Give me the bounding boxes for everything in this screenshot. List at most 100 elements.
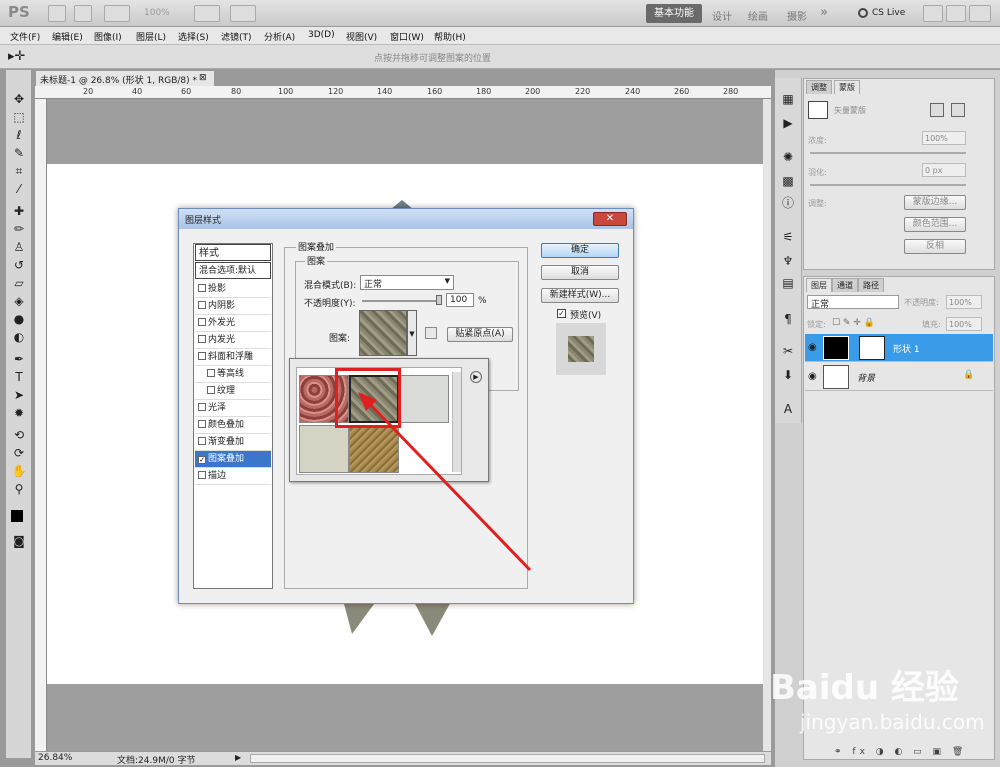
eye-icon[interactable]: ◉ xyxy=(808,342,817,353)
crop-tool-icon[interactable]: ⌗ xyxy=(10,164,28,179)
style-item-texture[interactable]: 纹理 xyxy=(195,383,271,400)
tab-layers[interactable]: 图层 xyxy=(806,278,832,292)
vector-mask-icon[interactable] xyxy=(951,103,965,117)
clone-source-icon[interactable]: ♆ xyxy=(779,254,797,269)
layer-row-background[interactable]: ◉ 背景 🔒 xyxy=(805,363,993,391)
workspace-essentials[interactable]: 基本功能 xyxy=(646,4,702,23)
healing-tool-icon[interactable]: ✚ xyxy=(10,204,28,219)
checkbox[interactable] xyxy=(198,420,206,428)
shape-tool-icon[interactable]: ✹ xyxy=(10,406,28,421)
quick-mask-icon[interactable]: ◙ xyxy=(10,534,28,549)
pattern-swatch-cream-stone[interactable] xyxy=(299,425,349,473)
lasso-tool-icon[interactable]: ℓ xyxy=(10,128,28,143)
workspace-painting[interactable]: 绘画 xyxy=(748,8,768,23)
checkbox[interactable] xyxy=(198,335,206,343)
checkbox[interactable] xyxy=(198,301,206,309)
vector-mask-thumbnail[interactable] xyxy=(859,336,885,360)
checkbox[interactable] xyxy=(198,352,206,360)
snap-to-origin-button[interactable]: 贴紧原点(A) xyxy=(447,327,513,342)
style-item-pattern-overlay[interactable]: ✓ 图案叠加 xyxy=(195,451,271,468)
blend-options-item[interactable]: 混合选项:默认 xyxy=(195,262,271,279)
menu-edit[interactable]: 编辑(E) xyxy=(52,30,83,43)
menu-view[interactable]: 视图(V) xyxy=(346,30,377,43)
pen-tool-icon[interactable]: ✒ xyxy=(10,352,28,367)
path-select-icon[interactable]: ➤ xyxy=(10,388,28,403)
minimize-button[interactable] xyxy=(923,5,943,22)
type-tool-icon[interactable]: T xyxy=(10,370,28,385)
eyedropper-tool-icon[interactable]: ⁄ xyxy=(10,182,28,197)
style-item-outer-glow[interactable]: 外发光 xyxy=(195,315,271,332)
actions-panel-icon[interactable]: ▶ xyxy=(779,116,797,131)
fill-field[interactable]: 100% xyxy=(946,317,982,331)
close-window-button[interactable] xyxy=(969,5,991,22)
info-panel-icon[interactable]: ⓘ xyxy=(779,196,797,211)
checkbox[interactable] xyxy=(198,318,206,326)
3d-panel-icon[interactable]: ⬇ xyxy=(779,368,797,383)
zoom-display[interactable]: 100% xyxy=(144,8,170,18)
dodge-tool-icon[interactable]: ◐ xyxy=(10,330,28,345)
move-tool-preset-icon[interactable]: ▸✛ xyxy=(8,49,25,64)
3d-rotate-icon[interactable]: ⟲ xyxy=(10,428,28,443)
menu-analysis[interactable]: 分析(A) xyxy=(264,30,295,43)
history-brush-icon[interactable]: ↺ xyxy=(10,258,28,273)
menu-3d[interactable]: 3D(D) xyxy=(308,30,335,40)
3d-orbit-icon[interactable]: ⟳ xyxy=(10,446,28,461)
arrange-docs-button[interactable] xyxy=(194,5,220,22)
menu-layer[interactable]: 图层(L) xyxy=(136,30,166,43)
zoom-tool-icon[interactable]: ⚲ xyxy=(10,482,28,497)
tab-adjustments[interactable]: 调整 xyxy=(806,80,832,94)
style-item-inner-shadow[interactable]: 内阴影 xyxy=(195,298,271,315)
close-tab-icon[interactable]: ⊠ xyxy=(199,73,207,83)
dialog-titlebar[interactable]: 图层样式 ✕ xyxy=(179,209,633,229)
checkbox[interactable] xyxy=(198,437,206,445)
tab-channels[interactable]: 通道 xyxy=(832,278,858,292)
style-item-color-overlay[interactable]: 颜色叠加 xyxy=(195,417,271,434)
view-extras-button[interactable] xyxy=(104,5,130,22)
style-item-bevel-emboss[interactable]: 斜面和浮雕 xyxy=(195,349,271,366)
density-field[interactable]: 100% xyxy=(922,131,966,145)
style-item-stroke[interactable]: 描边 xyxy=(195,468,271,485)
menu-file[interactable]: 文件(F) xyxy=(10,30,40,43)
layer-name[interactable]: 背景 xyxy=(857,371,875,384)
swatches-panel-icon[interactable]: ▩ xyxy=(779,174,797,189)
screen-mode-button[interactable] xyxy=(230,5,256,22)
opacity-input[interactable]: 100 xyxy=(446,293,474,307)
blur-tool-icon[interactable]: ● xyxy=(10,312,28,327)
pixel-mask-icon[interactable] xyxy=(930,103,944,117)
document-tab[interactable]: 未标题-1 @ 26.8% (形状 1, RGB/8) * ⊠ xyxy=(35,70,215,86)
layer-name[interactable]: 形状 1 xyxy=(893,342,920,355)
stamp-tool-icon[interactable]: ♙ xyxy=(10,240,28,255)
style-item-gradient-overlay[interactable]: 渐变叠加 xyxy=(195,434,271,451)
status-zoom[interactable]: 26.84% xyxy=(38,753,72,763)
cslive-button[interactable]: CS Live xyxy=(872,8,905,18)
checkbox[interactable] xyxy=(207,369,215,377)
hand-tool-icon[interactable]: ✋ xyxy=(10,464,28,479)
color-range-button[interactable]: 颜色范围... xyxy=(904,217,966,232)
lock-icons[interactable]: ☐ ✎ ✛ 🔒 xyxy=(832,318,875,328)
character-panel-icon[interactable]: A xyxy=(779,402,797,417)
brush-panel-icon[interactable]: ⚟ xyxy=(779,230,797,245)
pattern-swatch-light-marble[interactable] xyxy=(399,375,449,423)
workspace-photography[interactable]: 摄影 xyxy=(787,8,807,23)
foreground-color-swatch[interactable] xyxy=(11,510,23,522)
menu-select[interactable]: 选择(S) xyxy=(178,30,209,43)
opacity-slider[interactable] xyxy=(362,300,442,302)
marquee-tool-icon[interactable]: ⬚ xyxy=(10,110,28,125)
checkbox[interactable] xyxy=(198,284,206,292)
minibridge-button[interactable] xyxy=(74,5,92,22)
preview-checkbox[interactable]: ✓ xyxy=(557,309,566,318)
style-item-drop-shadow[interactable]: 投影 xyxy=(195,281,271,298)
new-style-button[interactable]: 新建样式(W)... xyxy=(541,288,619,303)
pattern-grid-scrollbar[interactable] xyxy=(452,372,461,472)
history-panel-icon[interactable]: ▦ xyxy=(779,92,797,107)
eye-icon[interactable]: ◉ xyxy=(808,371,817,382)
style-item-contour[interactable]: 等高线 xyxy=(195,366,271,383)
layer-blend-mode-select[interactable]: 正常 xyxy=(807,295,899,310)
layer-opacity-field[interactable]: 100% xyxy=(946,295,982,309)
color-panel-icon[interactable]: ✺ xyxy=(779,150,797,165)
checkbox[interactable] xyxy=(198,403,206,411)
styles-panel-icon[interactable]: ▤ xyxy=(779,276,797,291)
ok-button[interactable]: 确定 xyxy=(541,243,619,258)
style-item-inner-glow[interactable]: 内发光 xyxy=(195,332,271,349)
brush-tool-icon[interactable]: ✏ xyxy=(10,222,28,237)
